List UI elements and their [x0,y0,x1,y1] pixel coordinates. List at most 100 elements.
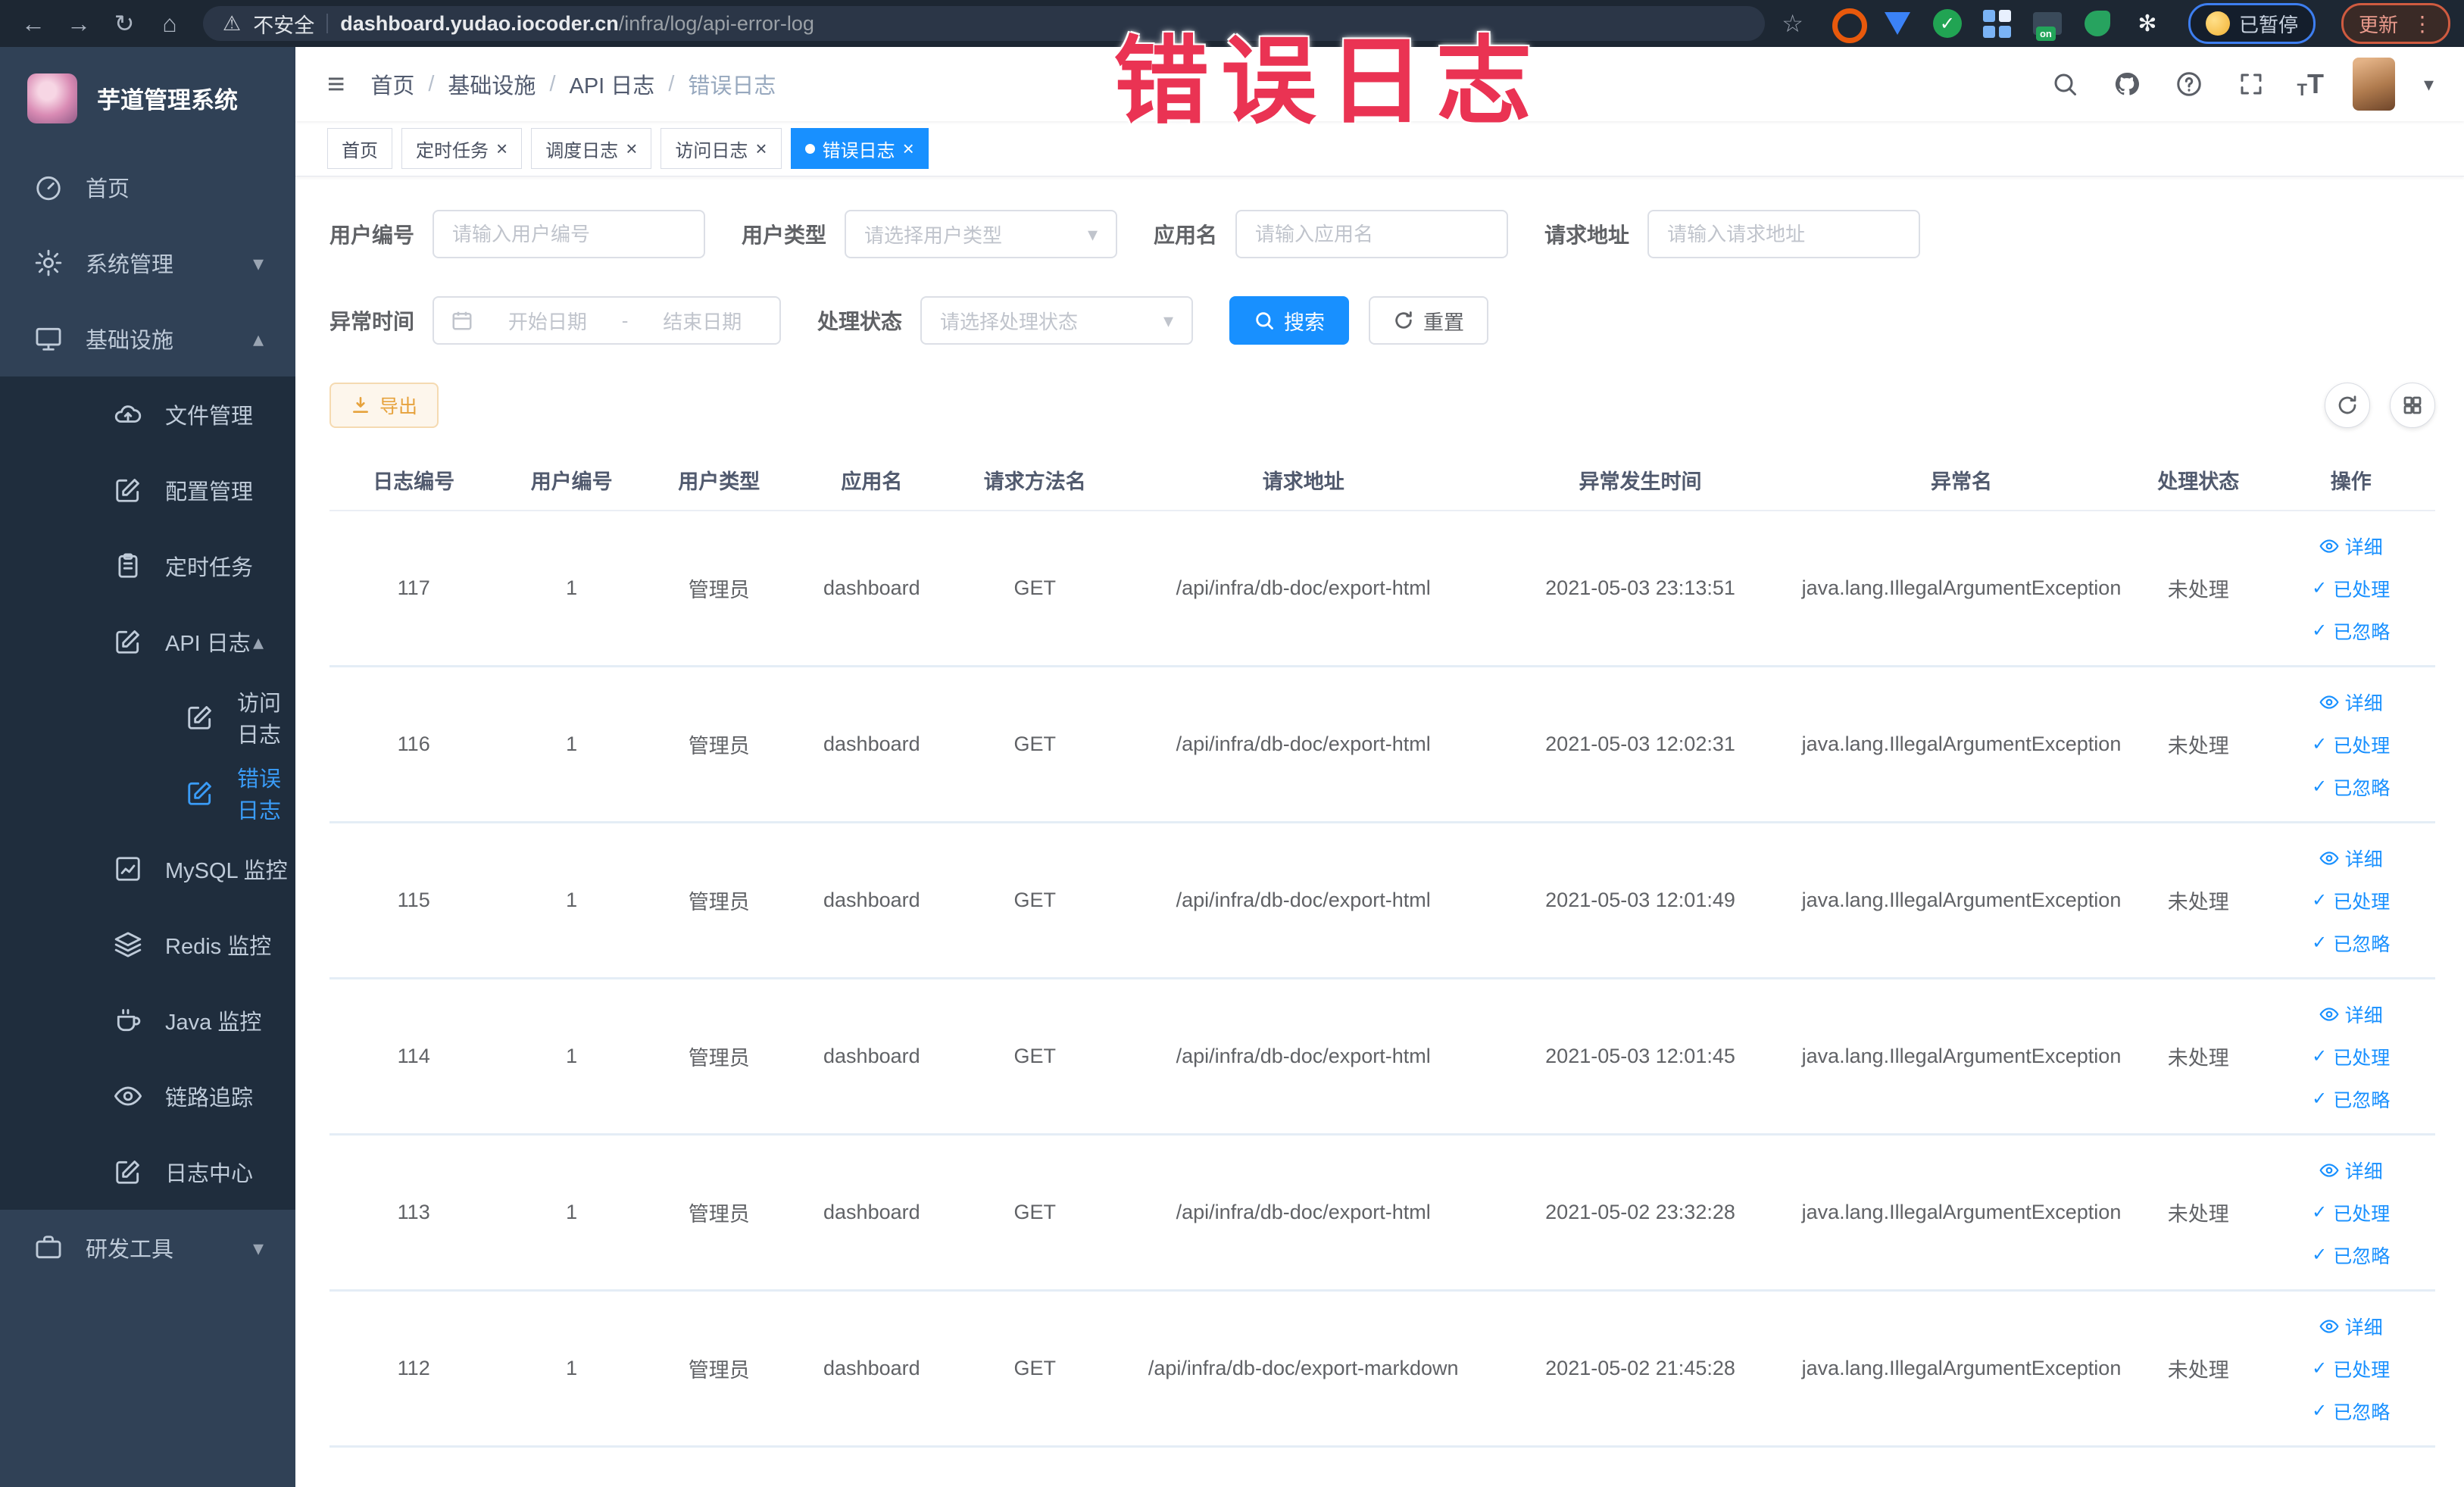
action-processed-link[interactable]: ✓ 已处理 [2312,887,2390,914]
sidebar-item-2[interactable]: 基础设施 [0,301,295,376]
column-settings-icon[interactable] [2390,383,2435,428]
browser-menu-icon[interactable]: ⋮ [2412,11,2433,36]
close-icon[interactable]: × [626,139,637,158]
github-icon[interactable] [2110,67,2144,101]
extension-icon-blue-shield[interactable] [1882,8,1913,39]
sidebar-item-8[interactable]: 错误日志 [0,755,295,831]
address-bar[interactable]: ⚠ 不安全 dashboard.yudao.iocoder.cn/infra/l… [203,6,1766,41]
refresh-icon[interactable] [2325,383,2370,428]
reset-button[interactable]: 重置 [1369,296,1489,345]
cell-user_id: 1 [566,889,578,911]
action-detail-link[interactable]: 详细 [2319,845,2383,872]
user-avatar[interactable] [2352,58,2395,111]
cell-app_name: dashboard [823,733,920,755]
action-ignored-link[interactable]: ✓ 已忽略 [2312,617,2390,645]
status-select[interactable]: 请选择处理状态 ▾ [920,296,1194,345]
cell-user_type: 管理员 [688,735,750,758]
search-button[interactable]: 搜索 [1229,296,1350,345]
action-detail-link[interactable]: 详细 [2319,1157,2383,1184]
extension-icon-green-check[interactable]: ✓ [1932,8,1963,39]
sidebar-item-1[interactable]: 系统管理 [0,225,295,301]
search-icon[interactable] [2048,67,2081,101]
export-button[interactable]: 导出 [329,383,439,428]
breadcrumb: 首页 / 基础设施 / API 日志 / 错误日志 [370,68,776,100]
extension-icon-orange[interactable] [1832,8,1867,43]
gear-icon [34,248,63,277]
sidebar-logo[interactable]: 芋道管理系统 [0,47,295,149]
breadcrumb-item[interactable]: API 日志 [570,68,655,100]
action-label: 详细 [2344,692,2383,714]
tag-调度日志[interactable]: 调度日志 × [531,128,652,169]
breadcrumb-item[interactable]: 基础设施 [448,68,536,100]
breadcrumb-item[interactable]: 首页 [370,68,414,100]
sidebar-item-0[interactable]: 首页 [0,149,295,225]
sidebar-item-9[interactable]: MySQL 监控 [0,831,295,907]
tag-错误日志[interactable]: 错误日志 × [790,128,929,169]
sidebar-item-label: 链路追踪 [165,1086,254,1111]
filter-error-time: 异常时间 开始日期 - 结束日期 [329,296,782,345]
action-ignored-link[interactable]: ✓ 已忽略 [2312,773,2390,801]
action-ignored-link[interactable]: ✓ 已忽略 [2312,1398,2390,1425]
action-detail-link[interactable]: 详细 [2319,533,2383,560]
chevron-down-icon[interactable]: ▾ [2424,73,2434,96]
action-processed-link[interactable]: ✓ 已处理 [2312,1199,2390,1226]
sidebar-item-10[interactable]: Redis 监控 [0,907,295,982]
bookmark-star-icon[interactable]: ☆ [1782,9,1803,38]
paused-button[interactable]: 已暂停 [2188,3,2316,44]
action-ignored-link[interactable]: ✓ 已忽略 [2312,1086,2390,1113]
sidebar-item-6[interactable]: API 日志 [0,604,295,679]
action-processed-link[interactable]: ✓ 已处理 [2312,1043,2390,1070]
sidebar-item-3[interactable]: 文件管理 [0,376,295,452]
close-icon[interactable]: × [496,139,507,158]
address-divider [326,14,329,33]
cell-app_name: dashboard [823,576,920,599]
app-name-input[interactable] [1235,210,1509,258]
sidebar-item-4[interactable]: 配置管理 [0,452,295,528]
action-detail-link[interactable]: 详细 [2319,1313,2383,1340]
browser-back-button[interactable]: ← [14,4,53,43]
tag-访问日志[interactable]: 访问日志 × [661,128,782,169]
update-button[interactable]: 更新 ⋮ [2341,3,2450,44]
extension-icon-leaf[interactable] [2082,8,2113,39]
sidebar-item-13[interactable]: 日志中心 [0,1134,295,1210]
extension-icon-grid[interactable] [1982,8,2013,39]
main-area: ≡ 首页 / 基础设施 / API 日志 / 错误日志 TT ▾ 首页 定时任务… [295,47,2464,1487]
browser-forward-button[interactable]: → [59,4,98,43]
hamburger-menu-icon[interactable]: ≡ [327,67,345,102]
request-url-input[interactable] [1647,210,1921,258]
check-icon: ✓ [2312,1088,2328,1109]
close-icon[interactable]: × [903,139,914,158]
action-processed-link[interactable]: ✓ 已处理 [2312,731,2390,758]
sidebar-item-12[interactable]: 链路追踪 [0,1058,295,1134]
cell-user_type: 管理员 [688,1047,750,1070]
cell-log_id: 114 [397,1045,430,1067]
extension-icon-paw[interactable]: ✻ [2132,8,2163,39]
browser-home-button[interactable]: ⌂ [150,4,189,43]
sidebar-item-14[interactable]: 研发工具 [0,1210,295,1286]
user-type-select[interactable]: 请选择用户类型 ▾ [845,210,1118,258]
date-range-picker[interactable]: 开始日期 - 结束日期 [433,296,782,345]
close-icon[interactable]: × [755,139,767,158]
cell-app_name: dashboard [823,889,920,911]
action-ignored-link[interactable]: ✓ 已忽略 [2312,929,2390,957]
action-ignored-link[interactable]: ✓ 已忽略 [2312,1242,2390,1269]
action-processed-link[interactable]: ✓ 已处理 [2312,1355,2390,1382]
start-date-placeholder: 开始日期 [507,310,587,333]
tag-定时任务[interactable]: 定时任务 × [401,128,523,169]
sidebar-item-7[interactable]: 访问日志 [0,679,295,755]
sidebar-item-5[interactable]: 定时任务 [0,528,295,604]
fullscreen-icon[interactable] [2234,67,2268,101]
action-detail-link[interactable]: 详细 [2319,1001,2383,1028]
action-processed-link[interactable]: ✓ 已处理 [2312,575,2390,602]
tag-首页[interactable]: 首页 [327,128,392,169]
action-detail-link[interactable]: 详细 [2319,689,2383,716]
check-icon: ✓ [2312,776,2328,797]
font-size-icon[interactable]: TT [2297,68,2323,100]
extension-icon-dark-on[interactable]: on [2032,8,2063,41]
browser-refresh-button[interactable]: ↻ [105,4,144,43]
sidebar-item-11[interactable]: Java 监控 [0,982,295,1058]
user-id-input[interactable] [433,210,706,258]
help-icon[interactable] [2172,67,2206,101]
table-row: 116 1 管理员 dashboard GET/api/infra/db-doc/exp… [329,667,2435,823]
column-header: 日志编号 [373,470,455,493]
